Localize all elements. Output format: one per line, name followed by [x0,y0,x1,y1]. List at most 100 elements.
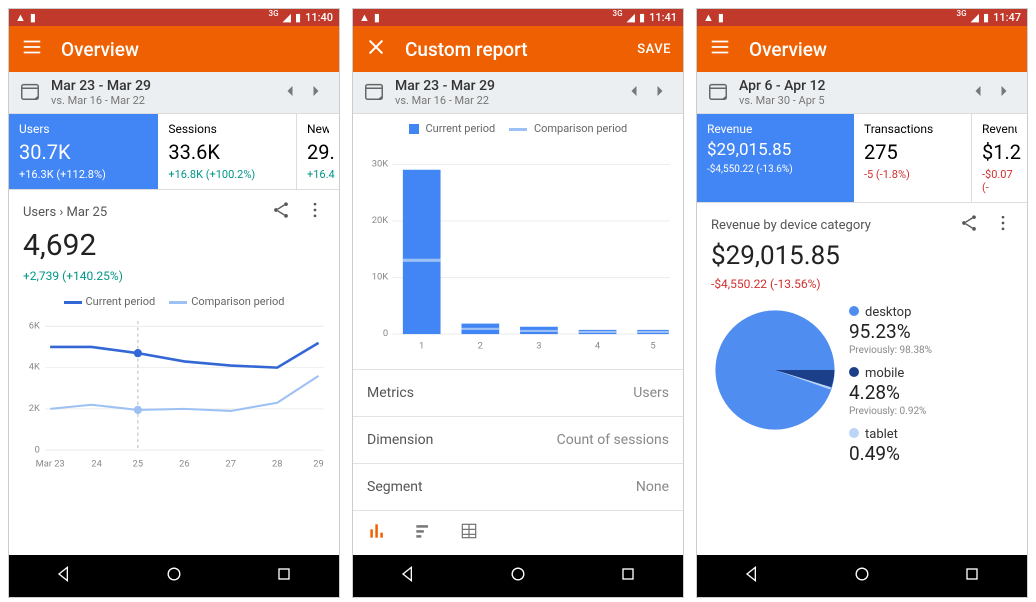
share-icon[interactable] [257,200,291,224]
date-range-selector[interactable]: Mar 23 - Mar 29 vs. Mar 16 - Mar 22 [9,72,339,114]
nav-recent-icon[interactable] [274,564,294,588]
date-compare-label: vs. Mar 16 - Mar 22 [51,94,277,107]
legend-name: desktop [865,305,911,320]
metric-label: Revenue [707,122,844,136]
metric-value: $1.2 [982,140,1017,164]
opt-value: None [636,479,669,495]
date-compare-label: vs. Mar 16 - Mar 22 [395,94,621,107]
option-segment[interactable]: Segment None [353,463,683,510]
metric-card-newusers-cut[interactable]: New u 29. +16.4 [297,114,339,190]
metric-value: 33.6K [168,140,286,164]
metric-delta: +16.3K (+112.8%) [19,168,148,181]
menu-icon[interactable] [21,36,43,62]
status-time: 11:47 [993,11,1021,24]
nav-back-icon[interactable] [398,564,418,588]
metric-card-sessions[interactable]: Sessions 33.6K +16.8K (+100.2%) [158,114,297,190]
legend-pct: 0.49% [849,442,1019,465]
status-time: 11:40 [305,11,333,24]
legend-primary: Current period [86,295,156,308]
pie-chart[interactable] [705,301,845,471]
status-bar: ▲▮ 3G◢▮11:41 [353,9,683,26]
metric-card-transactions[interactable]: Transactions 275 -5 (-1.8%) [854,114,972,203]
metric-value: 30.7K [19,140,148,164]
svg-text:3: 3 [536,341,541,352]
close-icon[interactable] [365,36,387,62]
option-metrics[interactable]: Metrics Users [353,369,683,416]
option-dimension[interactable]: Dimension Count of sessions [353,416,683,463]
prev-period-button[interactable] [277,81,303,105]
svg-text:2K: 2K [29,403,40,414]
nav-home-icon[interactable] [508,564,528,588]
phone-1: ▲ ▮ 3G ◢ ▮ 11:40 Overview Mar 23 - Mar 2… [8,8,340,598]
nav-back-icon[interactable] [54,564,74,588]
bar-view-icon[interactable] [367,521,387,545]
battery-icon: ▮ [639,11,645,24]
app-bar: Overview [9,26,339,72]
next-period-button[interactable] [991,81,1017,105]
app-bar: Overview [697,26,1027,72]
opt-label: Metrics [367,385,414,401]
svg-text:0: 0 [383,328,388,339]
line-chart[interactable]: 6K 4K 2K 0 Mar 232425 26272829 [9,316,339,476]
menu-icon[interactable] [709,36,731,62]
nav-home-icon[interactable] [852,564,872,588]
calendar-icon [363,80,385,106]
network-indicator: 3G [269,9,279,18]
legend-pct: 4.28% [849,381,1019,404]
svg-text:30K: 30K [372,159,389,170]
hbar-view-icon[interactable] [413,521,433,545]
share-icon[interactable] [945,213,979,237]
metric-label: Revenue [982,122,1017,136]
phone-3: ▲▮ 3G◢▮11:47 Overview Apr 6 - Apr 12 vs.… [696,8,1028,598]
network-indicator: 3G [957,9,967,18]
prev-period-button[interactable] [621,81,647,105]
metric-cards-row: Revenue $29,015.85 -$4,550.22 (-13.6%) T… [697,114,1027,203]
bar-chart[interactable]: 30K 20K 10K 0 12345 [353,139,683,369]
nav-recent-icon[interactable] [962,564,982,588]
metric-card-cut[interactable]: Revenue $1.2 -$0.07 (- [972,114,1027,203]
next-period-button[interactable] [303,81,329,105]
sd-card-icon: ▮ [374,11,380,24]
app-bar: Custom report SAVE [353,26,683,72]
nav-home-icon[interactable] [164,564,184,588]
detail-delta: -$4,550.22 (-13.56%) [711,277,1013,291]
more-icon[interactable] [979,213,1013,237]
chart-legend: Current period Comparison period [353,114,683,139]
legend-primary: Current period [426,122,496,135]
legend-pct: 95.23% [849,320,1019,343]
metric-card-revenue[interactable]: Revenue $29,015.85 -$4,550.22 (-13.6%) [697,114,854,203]
nav-back-icon[interactable] [742,564,762,588]
table-view-icon[interactable] [459,521,479,545]
metric-label: Transactions [864,122,961,136]
nav-recent-icon[interactable] [618,564,638,588]
metric-label: Sessions [168,122,286,136]
svg-text:26: 26 [179,459,189,470]
metric-value: $29,015.85 [707,140,844,160]
more-icon[interactable] [291,200,325,224]
detail-delta: +2,739 (+140.25%) [23,269,325,283]
legend-tablet: tablet 0.49% [849,423,1019,465]
opt-label: Segment [367,479,423,495]
svg-text:20K: 20K [372,215,389,226]
status-bar: ▲ ▮ 3G ◢ ▮ 11:40 [9,9,339,26]
detail-value: 4,692 [23,228,325,263]
save-button[interactable]: SAVE [637,42,671,57]
detail-breadcrumb: Users › Mar 25 [23,205,107,220]
warning-icon: ▲ [703,11,714,24]
legend-name: tablet [865,427,898,442]
svg-text:25: 25 [133,459,143,470]
opt-value: Users [633,385,669,401]
date-range-selector[interactable]: Mar 23 - Mar 29 vs. Mar 16 - Mar 22 [353,72,683,114]
opt-value: Count of sessions [557,432,669,448]
svg-text:1: 1 [419,341,424,352]
warning-icon: ▲ [15,11,26,24]
status-bar: ▲▮ 3G◢▮11:47 [697,9,1027,26]
prev-period-button[interactable] [965,81,991,105]
signal-icon: ◢ [971,11,979,24]
metric-card-users[interactable]: Users 30.7K +16.3K (+112.8%) [9,114,158,190]
legend-mobile: mobile 4.28% Previously: 0.92% [849,362,1019,417]
legend-secondary: Comparison period [191,295,284,308]
date-range-selector[interactable]: Apr 6 - Apr 12 vs. Mar 30 - Apr 5 [697,72,1027,114]
svg-text:2: 2 [478,341,483,352]
next-period-button[interactable] [647,81,673,105]
